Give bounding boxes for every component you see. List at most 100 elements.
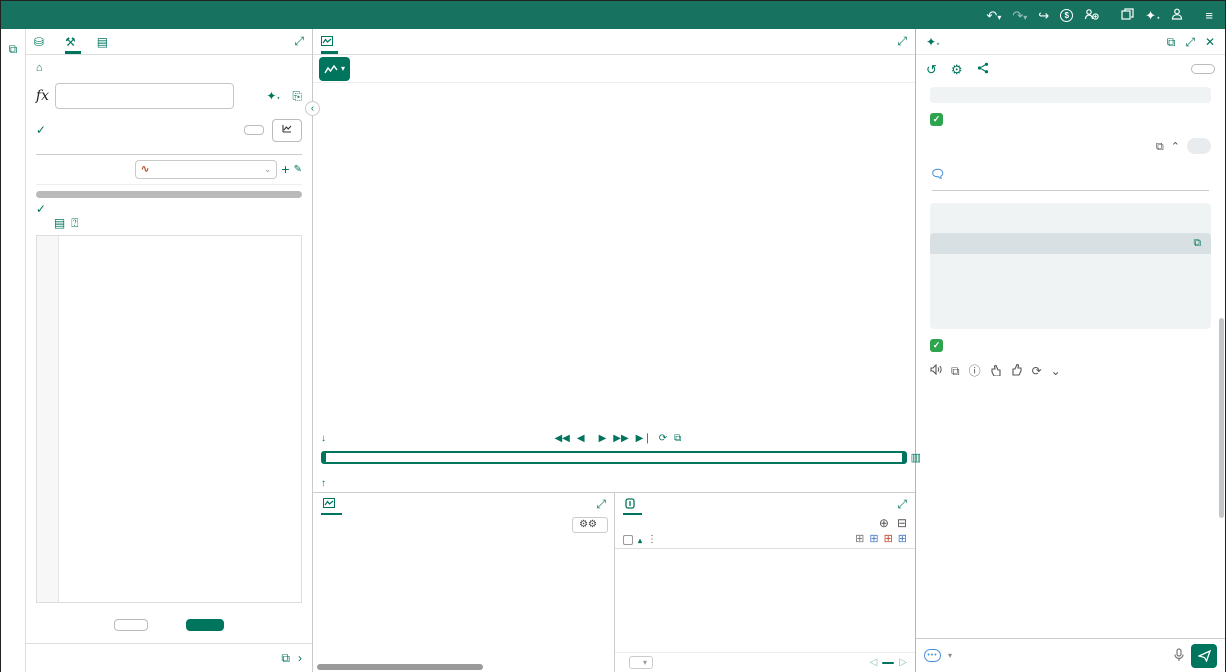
trend-chart-icon [321, 36, 333, 48]
formula-name-input[interactable] [55, 83, 234, 109]
ai-sparkle-icon[interactable]: ✦˖ [266, 89, 280, 103]
forward-icon[interactable]: ↪ [1038, 9, 1049, 22]
customize-button[interactable]: ⚙⚙ [572, 517, 608, 533]
tab-tools[interactable]: ⚒ [65, 29, 81, 54]
refresh-icon[interactable]: ⟳ [659, 434, 667, 444]
tab-trend[interactable] [321, 29, 338, 54]
tab-journal[interactable]: ▤ [97, 29, 113, 54]
step-back-full-icon[interactable]: ◀◀ [554, 434, 569, 444]
open-external-icon[interactable]: ⧉ [281, 652, 290, 664]
cancel-button[interactable] [114, 619, 148, 631]
add-variable-button[interactable] [244, 125, 264, 135]
share-chat-icon[interactable] [977, 62, 989, 76]
database-icon: ⛁ [34, 36, 44, 48]
thumb-down-icon[interactable] [990, 364, 1002, 378]
share-users-icon[interactable] [1084, 8, 1099, 22]
step-forward-full-icon[interactable]: ▶▶ [613, 434, 628, 444]
mic-icon[interactable] [1174, 648, 1184, 664]
prev-page-icon[interactable]: ◁ [870, 658, 878, 668]
expand-details-icon[interactable]: ⤢ [596, 497, 606, 512]
chevron-right-icon[interactable]: › [298, 652, 302, 664]
current-page[interactable] [882, 662, 894, 664]
more-chevron-icon[interactable]: ⌄ [1051, 365, 1061, 377]
x-axis [349, 412, 915, 428]
expand-trend-icon[interactable]: ⤢ [897, 34, 907, 49]
assistant-code-block-2: ⧉ [930, 203, 1211, 329]
chat-area[interactable]: ✓ ⧉ ⌃ 🗨 ⧉ [916, 83, 1225, 638]
user-icon[interactable] [1171, 8, 1183, 22]
variables-details-button[interactable] [272, 119, 302, 142]
summary-table-icon[interactable]: ⊞ [855, 534, 864, 545]
time-range-slider[interactable]: ▥ [321, 451, 907, 464]
variables-hscrollbar[interactable] [36, 191, 302, 198]
new-chat-button[interactable] [1191, 64, 1215, 74]
start-column-header[interactable]: ▴ [638, 534, 642, 546]
calculation-hierarchy[interactable]: ⧉ › [26, 643, 312, 672]
location-tip-icon[interactable]: $ [1060, 9, 1073, 22]
slider-right-handle[interactable] [902, 452, 905, 463]
copy-response-icon[interactable]: ⧉ [951, 365, 960, 377]
send-button[interactable] [1191, 644, 1217, 668]
select-all-checkbox[interactable] [623, 535, 633, 545]
formula-check-icon: ✓ [36, 202, 46, 216]
ai-assistant-panel: ✦˖ ⧉ ⤢ ✕ ↺ ⚙ ✓ ⧉ ⌃ [915, 29, 1225, 672]
redo-icon[interactable]: ↷▾ [1012, 9, 1027, 22]
next-page-icon[interactable]: ▷ [899, 658, 907, 668]
expand-panel-icon[interactable]: ⤢ [294, 34, 304, 49]
tab-details[interactable] [321, 493, 342, 515]
chat-mode-chevron-icon[interactable]: ▾ [948, 651, 952, 660]
formula-help-icon[interactable]: ⍰ [71, 216, 78, 231]
formula-doc-icon[interactable]: ▤ [54, 216, 65, 231]
range-arrow-icon: ↑ [321, 479, 326, 489]
open-assistant-external-icon[interactable]: ⧉ [1167, 36, 1176, 48]
collapse-message-icon[interactable]: ⌃ [1171, 142, 1180, 153]
expand-assistant-icon[interactable]: ⤢ [1185, 36, 1195, 48]
variable-item-select[interactable]: ∿ ⌄ [135, 160, 278, 179]
slider-left-handle[interactable] [323, 452, 326, 463]
add-condition-columns-icon[interactable]: ⊞ [898, 534, 907, 545]
info-icon[interactable]: ⓘ [969, 365, 981, 377]
ai-sparkles-icon[interactable]: ✦˖ [1145, 9, 1160, 22]
formula-editor[interactable] [36, 235, 302, 604]
hamburger-menu-icon[interactable]: ≡ [1205, 9, 1213, 22]
tab-data[interactable]: ⛁ [34, 29, 49, 54]
details-hscrollbar[interactable] [317, 664, 483, 670]
chat-mode-icon[interactable]: ••• [924, 649, 941, 662]
view-mode-select[interactable]: ▾ [319, 57, 350, 81]
thumb-up-icon[interactable] [1011, 364, 1023, 378]
success-status-1: ✓ [930, 113, 1211, 126]
copy-code-icon[interactable]: ⧉ [1194, 238, 1202, 249]
collapse-capsules-icon[interactable]: ⊟ [897, 517, 907, 529]
pin-panel-icon[interactable]: ⎘ [292, 89, 302, 104]
speaker-icon[interactable] [930, 364, 942, 377]
add-item-icon[interactable]: + [281, 161, 289, 177]
remove-columns-icon[interactable]: ⊞ [884, 534, 893, 545]
undo-icon[interactable]: ↶▾ [986, 9, 1001, 22]
close-assistant-icon[interactable]: ✕ [1205, 36, 1215, 48]
copy-message-icon[interactable]: ⧉ [1156, 142, 1164, 153]
jump-to-end-icon[interactable]: ▶❘ [636, 434, 652, 444]
fx-icon: fx [36, 88, 49, 104]
zoom-capsule-icon[interactable]: ⊕ [879, 517, 889, 529]
edit-item-icon[interactable]: ✎ [294, 164, 302, 175]
add-columns-icon[interactable]: ⊞ [869, 534, 878, 545]
color-swatch[interactable] [240, 86, 260, 106]
collapse-panel-button[interactable]: ‹ [305, 101, 320, 116]
column-menu-icon[interactable]: ⋮ [647, 534, 657, 545]
trend-charts[interactable] [313, 83, 915, 412]
worksheets-rail[interactable]: ⧉ [1, 29, 26, 672]
tab-capsules[interactable] [623, 493, 642, 515]
copy-range-icon[interactable]: ⧉ [674, 434, 681, 444]
chat-scrollbar[interactable] [1219, 318, 1224, 518]
trend-panel: ⤢ ▾ ↓ ◀◀ ◀ ▶ ▶▶ ▶❘ ⟳ ⧉ [313, 29, 915, 672]
regenerate-icon[interactable]: ⟳ [1032, 365, 1042, 377]
history-icon[interactable]: ↺ [926, 63, 937, 76]
settings-gear-icon[interactable]: ⚙ [951, 63, 963, 76]
duplicate-icon[interactable] [1121, 8, 1134, 22]
page-select[interactable]: ▾ [629, 656, 653, 669]
step-back-icon[interactable]: ◀ [577, 434, 585, 444]
execute-button[interactable] [186, 619, 224, 631]
step-forward-icon[interactable]: ▶ [599, 434, 607, 444]
expand-capsules-icon[interactable]: ⤢ [897, 497, 907, 512]
home-icon[interactable]: ⌂ [36, 63, 43, 74]
